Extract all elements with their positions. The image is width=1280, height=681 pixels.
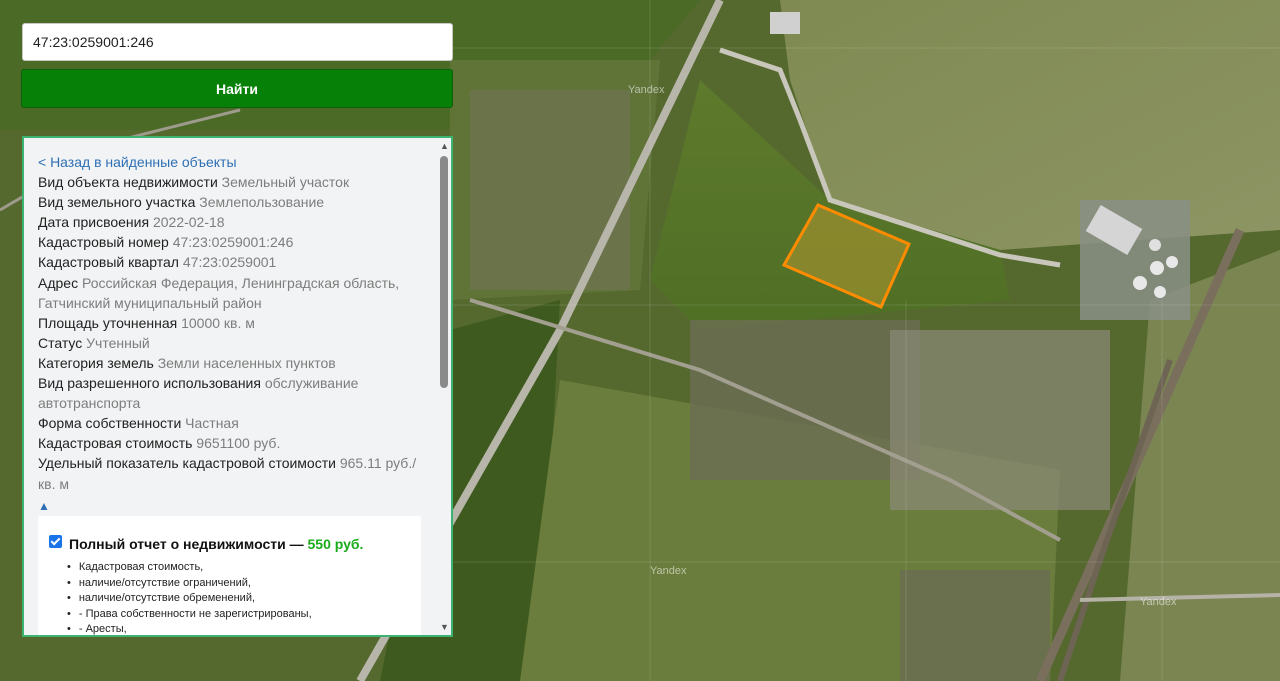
panel-scrollbar[interactable]: ▲ ▼ bbox=[437, 138, 451, 635]
object-info-content: < Назад в найденные объекты Вид объекта … bbox=[38, 152, 428, 516]
info-row-status: Статус Учтенный bbox=[38, 334, 150, 351]
map-watermark: Yandex bbox=[628, 84, 665, 96]
scroll-down-arrow-icon[interactable]: ▼ bbox=[440, 622, 449, 632]
scroll-thumb[interactable] bbox=[440, 156, 448, 388]
list-item: - Аресты, bbox=[73, 622, 312, 635]
info-row-ownership: Форма собственности Частная bbox=[38, 415, 239, 432]
scroll-up-arrow-icon[interactable]: ▲ bbox=[440, 141, 449, 151]
report-checkbox[interactable] bbox=[49, 535, 62, 548]
cadastral-search-input[interactable] bbox=[22, 23, 453, 61]
back-to-results-link[interactable]: < Назад в найденные объекты bbox=[38, 152, 428, 172]
info-row-land-type: Вид земельного участка Землепользование bbox=[38, 194, 325, 211]
map-watermark: Yandex bbox=[1140, 596, 1177, 608]
list-item: Кадастровая стоимость, bbox=[73, 560, 312, 576]
list-item: наличие/отсутствие обременений, bbox=[73, 591, 312, 607]
report-price: 550 руб. bbox=[307, 536, 364, 552]
info-row-permitted-use: Вид разрешенного использования обслужива… bbox=[38, 375, 359, 412]
info-row-land-category: Категория земель Земли населенных пункто… bbox=[38, 354, 336, 371]
info-row-object-type: Вид объекта недвижимости Земельный участ… bbox=[38, 174, 350, 191]
info-row-cadastral-number: Кадастровый номер 47:23:0259001:246 bbox=[38, 234, 294, 251]
report-features-list: Кадастровая стоимость, наличие/отсутстви… bbox=[69, 560, 312, 635]
report-title: Полный отчет о недвижимости — 550 руб. bbox=[69, 536, 364, 552]
info-row-unit-value: Удельный показатель кадастровой стоимост… bbox=[38, 455, 417, 492]
list-item: - Права собственности не зарегистрирован… bbox=[73, 607, 312, 623]
info-row-cadastral-quarter: Кадастровый квартал 47:23:0259001 bbox=[38, 254, 277, 271]
map-watermark: Yandex bbox=[650, 565, 687, 577]
info-row-address: Адрес Российская Федерация, Ленинградска… bbox=[38, 274, 400, 311]
info-row-assign-date: Дата присвоения 2022-02-18 bbox=[38, 214, 225, 231]
collapse-up-icon[interactable]: ▲ bbox=[38, 496, 428, 516]
full-report-card: Полный отчет о недвижимости — 550 руб. К… bbox=[38, 516, 421, 635]
search-button[interactable]: Найти bbox=[21, 69, 453, 108]
info-row-cadastral-value: Кадастровая стоимость 9651100 руб. bbox=[38, 435, 281, 452]
info-row-area: Площадь уточненная 10000 кв. м bbox=[38, 314, 255, 331]
list-item: наличие/отсутствие ограничений, bbox=[73, 576, 312, 592]
object-info-panel[interactable]: < Назад в найденные объекты Вид объекта … bbox=[22, 136, 453, 637]
